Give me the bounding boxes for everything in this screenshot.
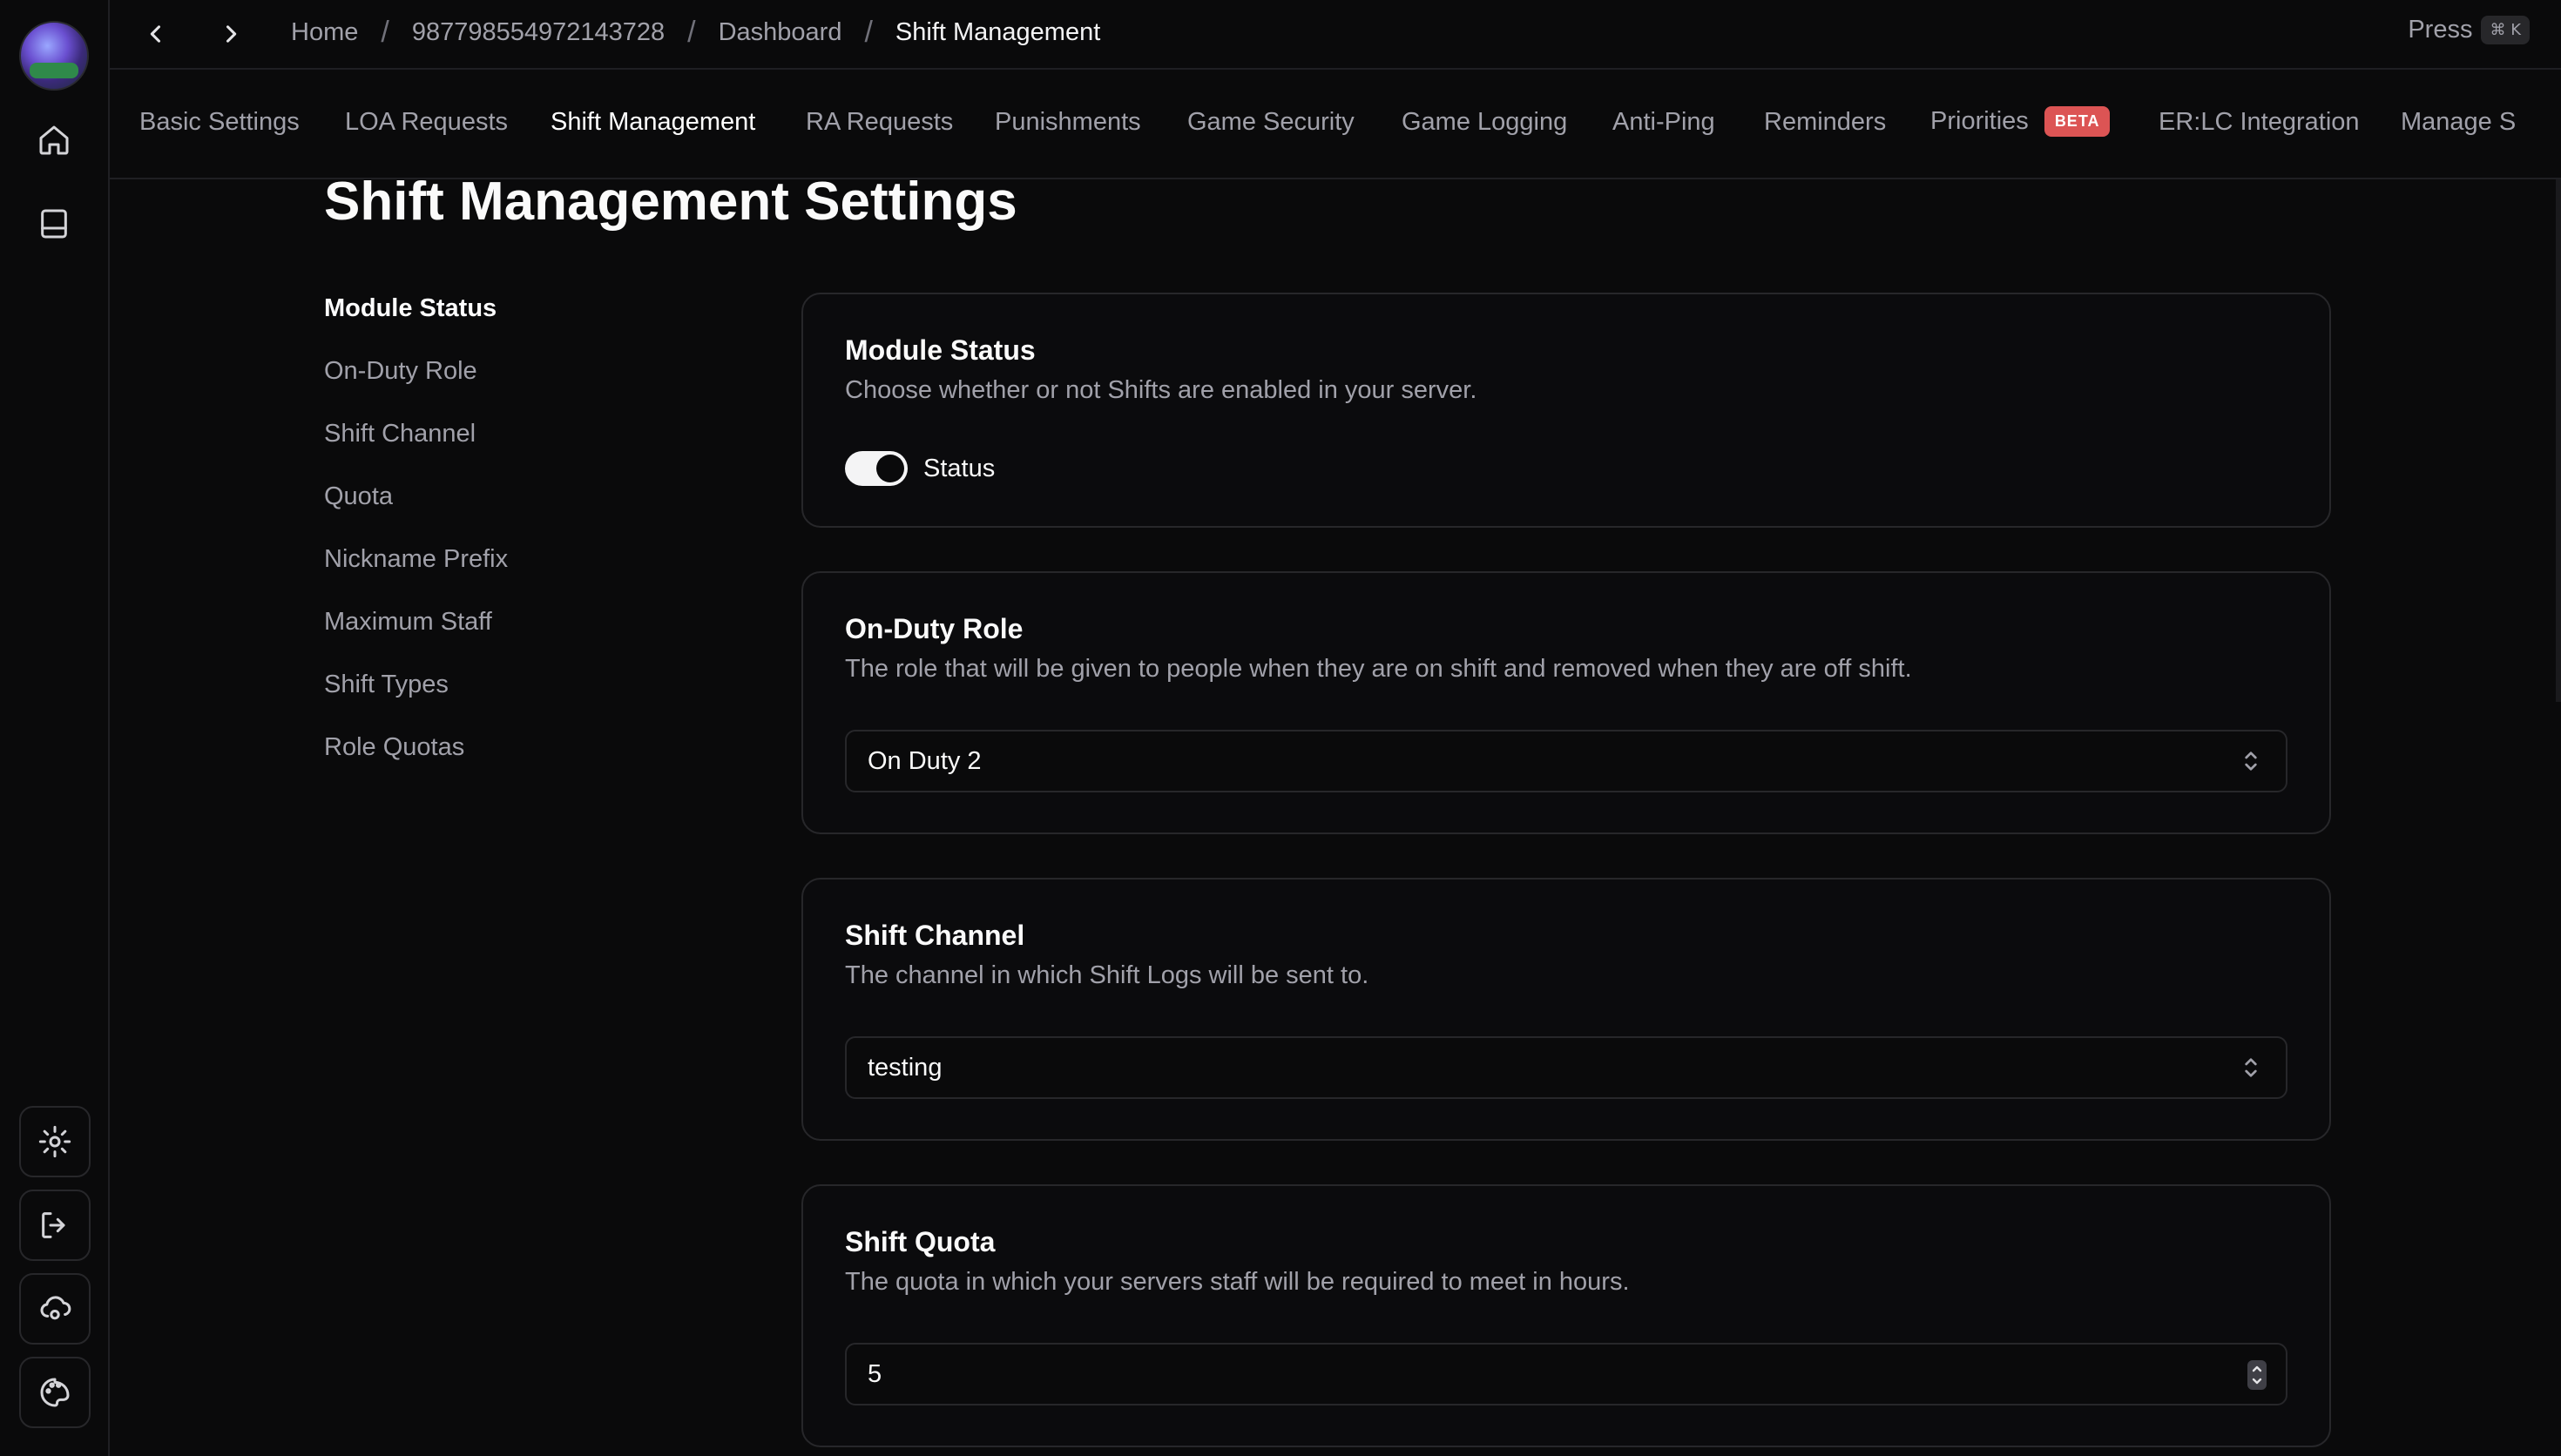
back-button[interactable] [134,12,178,56]
shift-channel-card: Shift Channel The channel in which Shift… [801,878,2331,1141]
press-label: Press [2408,16,2473,44]
shortcut-key: ⌘ K [2481,16,2530,44]
card-description: The channel in which Shift Logs will be … [845,961,1369,989]
chevron-up-down-icon [2237,1054,2265,1082]
breadcrumb-separator: / [687,15,696,49]
tab-basic-settings[interactable]: Basic Settings [139,108,300,137]
top-bar: Home / 987798554972143728 / Dashboard / … [110,0,2561,70]
on-duty-role-card: On-Duty Role The role that will be given… [801,571,2331,834]
card-description: The quota in which your servers staff wi… [845,1268,1630,1296]
settings-tabs: Basic Settings LOA Requests Shift Manage… [110,70,2561,179]
tab-shift-management[interactable]: Shift Management [551,108,755,137]
tab-ra-requests[interactable]: RA Requests [806,108,953,137]
stepper-down-icon [2252,1378,2262,1385]
tab-game-logging[interactable]: Game Logging [1402,108,1567,137]
tab-priorities[interactable]: Priorities BETA [1930,106,2111,137]
card-title: Module Status [845,334,1036,366]
breadcrumb: Home / 987798554972143728 / Dashboard / … [291,0,1100,64]
select-value: testing [868,1053,943,1082]
tab-punishments[interactable]: Punishments [995,108,1141,137]
card-description: The role that will be given to people wh… [845,655,1912,683]
theme-button[interactable] [19,1357,91,1428]
section-nav-shift-types[interactable]: Shift Types [324,669,508,731]
shift-channel-select[interactable]: testing [845,1036,2287,1099]
section-nav-nickname-prefix[interactable]: Nickname Prefix [324,543,508,606]
forward-button[interactable] [209,12,253,56]
shift-quota-card: Shift Quota The quota in which your serv… [801,1184,2331,1447]
page-title: Shift Management Settings [324,172,1017,232]
breadcrumb-server-id[interactable]: 987798554972143728 [412,18,665,47]
server-avatar[interactable] [19,21,89,91]
cloud-cog-icon [40,1296,71,1320]
logout-button[interactable] [19,1190,91,1261]
status-toggle[interactable] [845,451,908,486]
section-nav-maximum-staff[interactable]: Maximum Staff [324,606,508,669]
command-hint[interactable]: Press ⌘ K [2408,16,2530,44]
chevron-right-icon [226,25,237,43]
breadcrumb-separator: / [864,15,873,49]
card-title: Shift Quota [845,1226,996,1257]
breadcrumb-home[interactable]: Home [291,18,358,47]
tab-manage-staff[interactable]: Manage S [2401,108,2516,137]
section-nav-module-status[interactable]: Module Status [324,293,508,355]
section-nav-on-duty-role[interactable]: On-Duty Role [324,355,508,418]
input-value: 5 [868,1359,882,1388]
home-icon[interactable] [27,113,81,167]
tab-loa-requests[interactable]: LOA Requests [345,108,508,137]
tab-anti-ping[interactable]: Anti-Ping [1612,108,1715,137]
chevron-left-icon [150,25,161,43]
scrollbar[interactable] [2556,179,2561,702]
breadcrumb-current: Shift Management [895,17,1101,46]
section-nav: Module Status On-Duty Role Shift Channel… [324,293,508,794]
palette-icon [40,1378,70,1407]
tab-erlc-integration[interactable]: ER:LC Integration [2159,108,2360,137]
shift-quota-input[interactable]: 5 [845,1343,2287,1405]
panel-icon[interactable] [27,197,81,251]
toggle-knob [876,455,904,482]
beta-badge: BETA [2044,106,2111,137]
section-nav-role-quotas[interactable]: Role Quotas [324,731,508,794]
logout-icon [42,1212,65,1238]
number-stepper[interactable] [2247,1360,2267,1390]
cloud-settings-button[interactable] [19,1273,91,1345]
tab-reminders[interactable]: Reminders [1764,108,1886,137]
stepper-up-icon [2252,1365,2262,1372]
status-toggle-label: Status [923,454,996,482]
tab-priorities-label: Priorities [1930,107,2029,135]
status-toggle-row: Status [845,451,995,486]
breadcrumb-separator: / [381,15,389,49]
card-title: On-Duty Role [845,613,1024,644]
breadcrumb-dashboard[interactable]: Dashboard [719,18,842,47]
icon-rail [0,0,110,1456]
settings-button[interactable] [19,1106,91,1177]
tab-game-security[interactable]: Game Security [1187,108,1355,137]
gear-icon [38,1125,71,1158]
section-nav-shift-channel[interactable]: Shift Channel [324,418,508,481]
on-duty-role-select[interactable]: On Duty 2 [845,730,2287,792]
chevron-up-down-icon [2237,747,2265,775]
select-value: On Duty 2 [868,746,982,775]
card-description: Choose whether or not Shifts are enabled… [845,376,1477,404]
card-title: Shift Channel [845,920,1025,951]
module-status-card: Module Status Choose whether or not Shif… [801,293,2331,528]
section-nav-quota[interactable]: Quota [324,481,508,543]
